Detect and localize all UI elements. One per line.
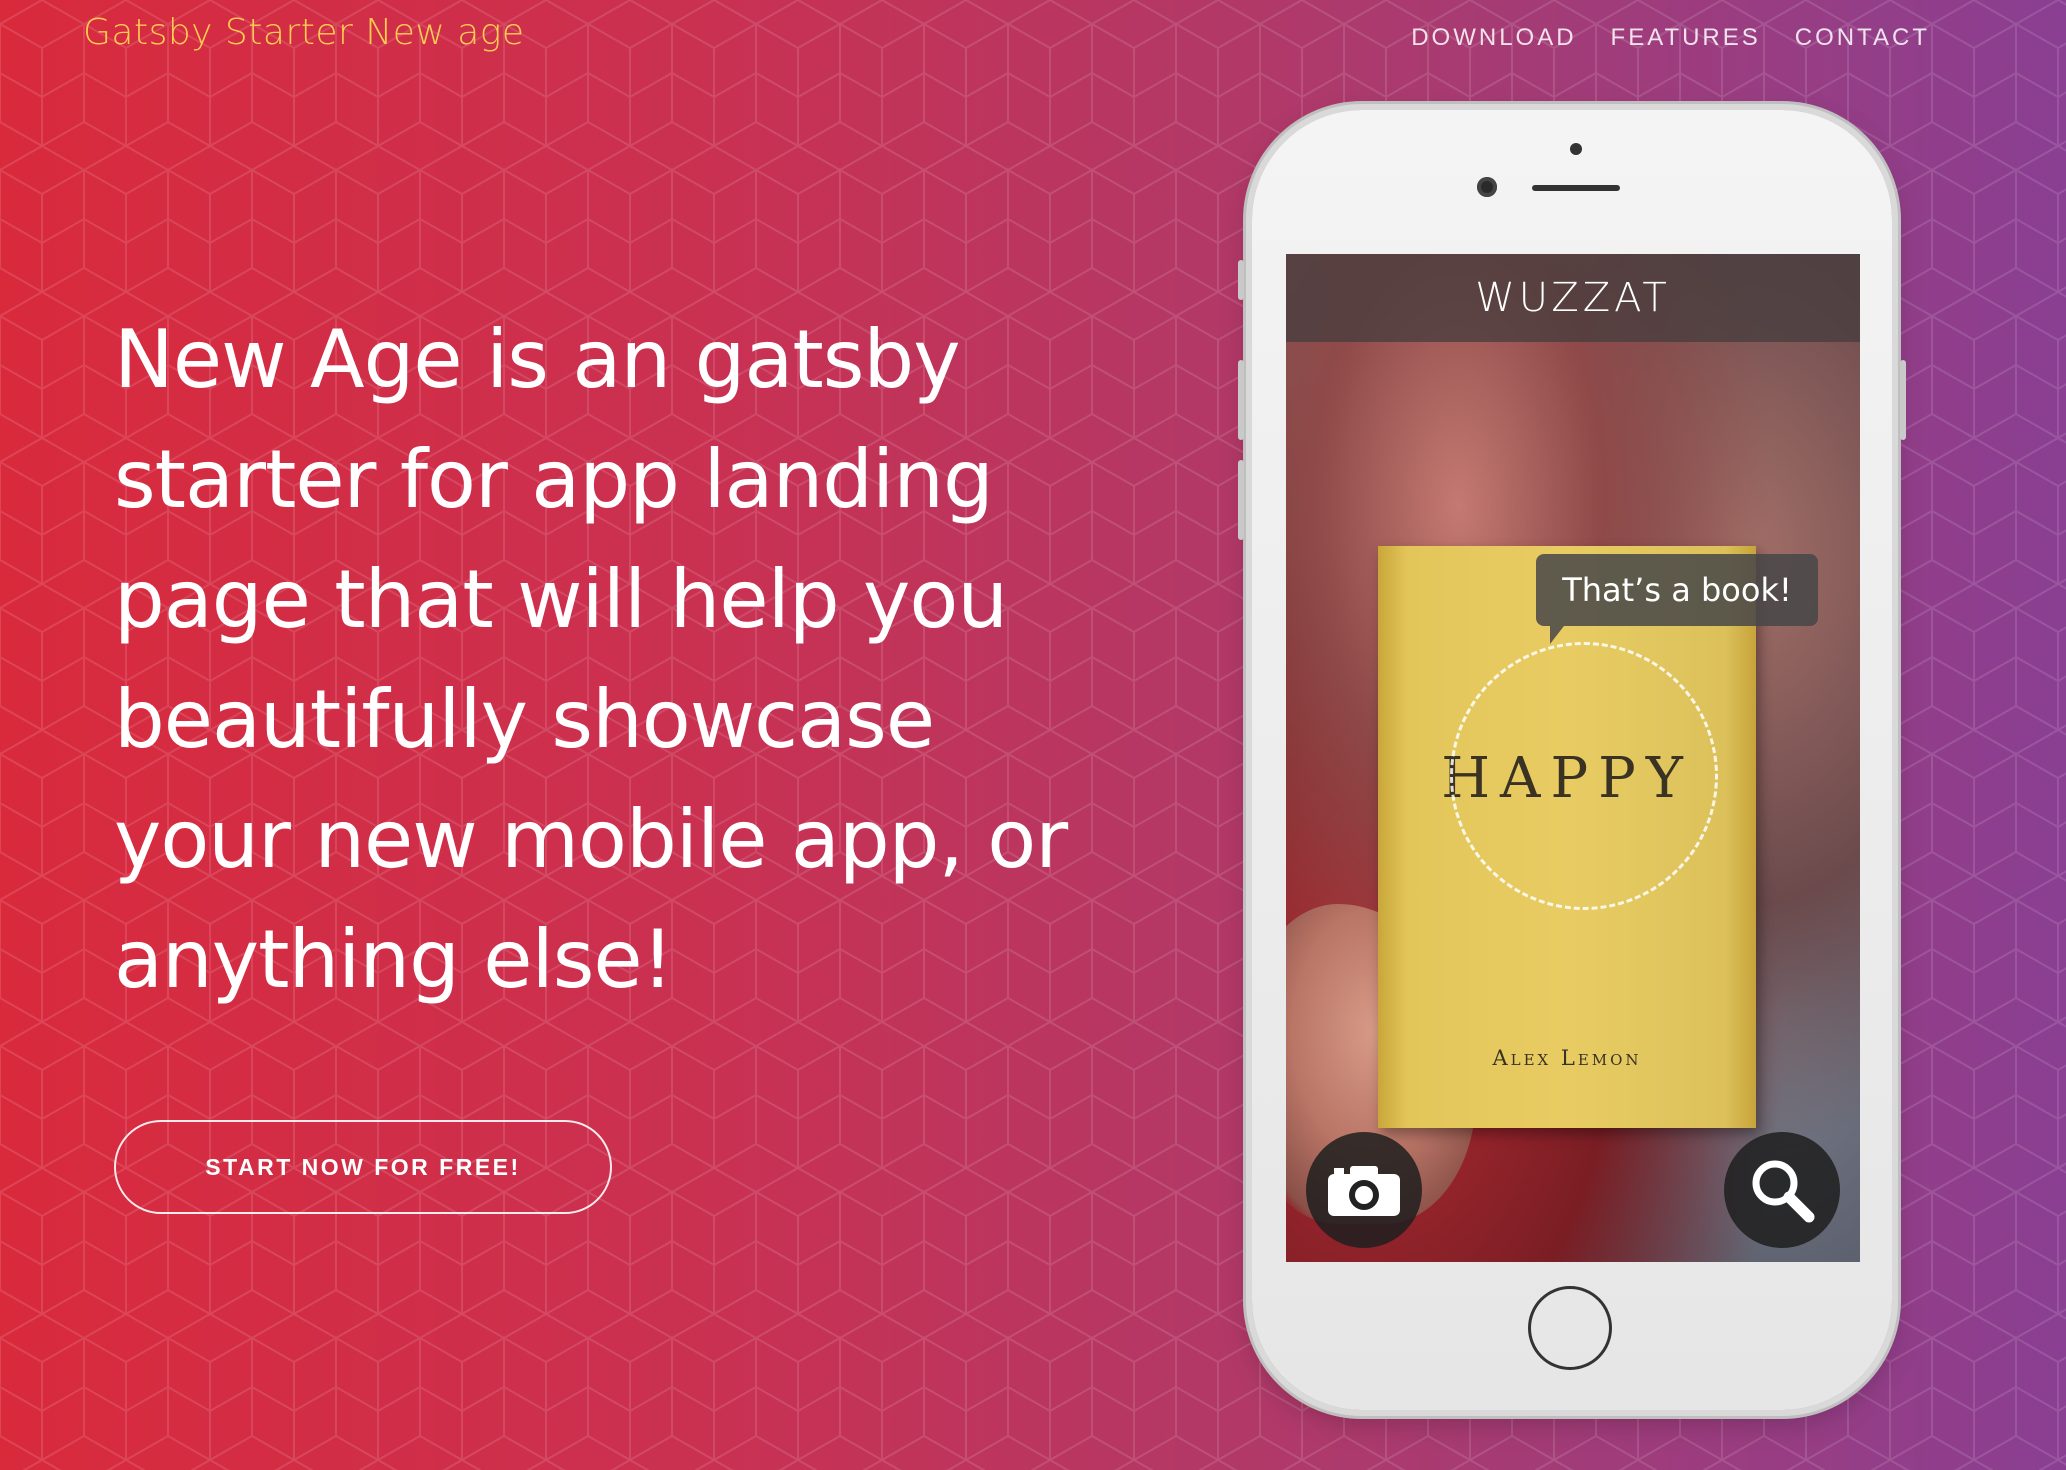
brand-link[interactable]: Gatsby Starter New age: [83, 12, 525, 53]
phone-power-button: [1900, 360, 1906, 440]
search-button[interactable]: [1724, 1132, 1840, 1248]
speech-bubble: That’s a book!: [1536, 554, 1818, 644]
app-title: WUZZAT: [1475, 275, 1671, 321]
bubble-text: That’s a book!: [1562, 571, 1792, 609]
phone-mockup: HAPPY Alex Lemon WUZZAT That’s a book!: [1238, 110, 1906, 1410]
nav-features[interactable]: FEATURES: [1611, 24, 1761, 52]
phone-volume-down: [1238, 460, 1244, 540]
main-nav: DOWNLOAD FEATURES CONTACT: [1411, 24, 1930, 52]
phone-sensor: [1570, 143, 1582, 155]
start-now-button[interactable]: START NOW FOR FREE!: [114, 1120, 612, 1214]
nav-contact[interactable]: CONTACT: [1795, 24, 1930, 52]
phone-side-button: [1238, 260, 1244, 300]
app-header: WUZZAT: [1286, 254, 1860, 342]
phone-front-camera: [1477, 177, 1497, 197]
camera-button[interactable]: [1306, 1132, 1422, 1248]
hero-headline: New Age is an gatsby starter for app lan…: [114, 313, 1068, 1006]
phone-speaker: [1532, 185, 1620, 191]
book-author: Alex Lemon: [1492, 1046, 1642, 1070]
phone-screen: HAPPY Alex Lemon WUZZAT That’s a book!: [1286, 254, 1860, 1262]
camera-icon: [1328, 1166, 1400, 1216]
nav-download[interactable]: DOWNLOAD: [1411, 24, 1576, 52]
focus-ring: [1450, 642, 1718, 910]
search-icon: [1752, 1160, 1815, 1223]
phone-home-button: [1528, 1286, 1612, 1370]
phone-volume-up: [1238, 360, 1244, 440]
